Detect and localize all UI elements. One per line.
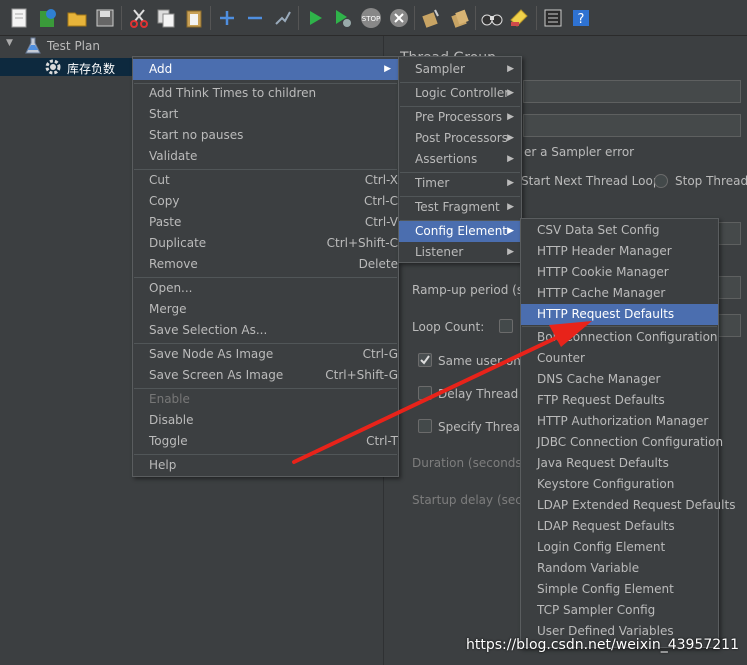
annotation-arrow: [292, 321, 592, 464]
arrow-shaft: [292, 334, 562, 464]
watermark: https://blog.csdn.net/weixin_43957211: [465, 637, 739, 653]
arrow-head: [549, 321, 592, 347]
